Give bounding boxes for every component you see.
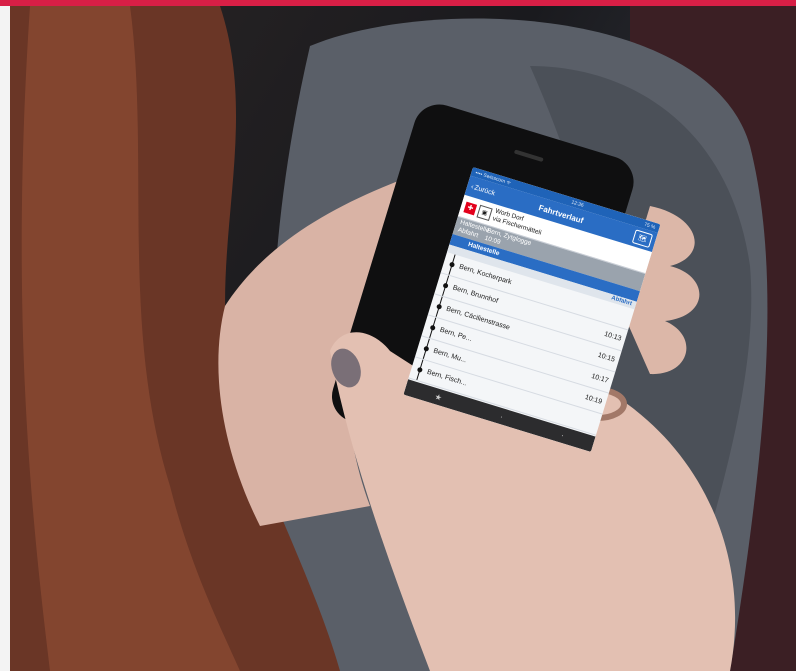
stop-dot-icon [423, 345, 430, 352]
left-margin-strip [0, 6, 10, 671]
stop-dot-icon [429, 324, 436, 331]
map-button[interactable]: 🗺 [631, 229, 654, 248]
stop-name: Bern, Fisch... [426, 368, 468, 388]
stop-name: Bern, Pe... [438, 326, 473, 343]
scene-illustration [10, 6, 796, 671]
stop-time: 10:19 [584, 393, 603, 406]
bus-icon: ▣ [476, 204, 493, 221]
stop-time: 10:17 [590, 372, 610, 385]
stop-dot-icon [442, 282, 449, 289]
stop-name: Bern, Mu... [432, 347, 468, 365]
tab-placeholder-2[interactable]: · [560, 430, 565, 439]
star-icon[interactable]: ★ [434, 392, 443, 403]
map-icon: 🗺 [637, 234, 648, 244]
stop-time: 10:15 [596, 351, 616, 364]
photo-scene: •••• Swisscom ᯤ 12:36 75 % ‹ Zurück Fahr… [10, 6, 796, 671]
stop-dot-icon [416, 366, 423, 373]
stop-dot-icon [448, 261, 456, 268]
back-label: Zurück [473, 183, 496, 197]
stop-time: 10:13 [603, 330, 623, 343]
sbb-logo-icon: ✚ [463, 201, 478, 215]
stop-dot-icon [436, 303, 443, 310]
tab-placeholder[interactable]: · [499, 412, 504, 421]
back-button[interactable]: ‹ Zurück [470, 183, 496, 197]
